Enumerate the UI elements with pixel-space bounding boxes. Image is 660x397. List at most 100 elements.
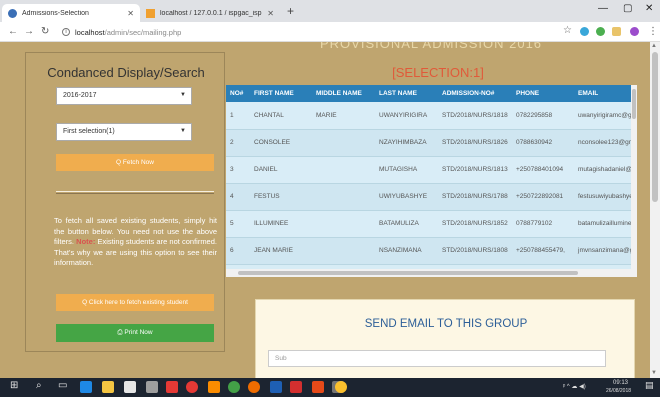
- table-cell: STD/2018/NURS/1808: [438, 237, 512, 265]
- table-row: 6 JEAN MARIE NSANZIMANA STD/2018/NURS/18…: [226, 237, 637, 265]
- powerpoint-icon[interactable]: [312, 381, 324, 393]
- table-cell: CHANTAL: [250, 102, 312, 130]
- page-scrollbar[interactable]: ▲ ▼: [650, 42, 660, 378]
- column-header: FIRST NAME: [250, 85, 312, 102]
- table-cell: nconsolee123@gm: [574, 129, 637, 157]
- scroll-down-arrow-icon[interactable]: ▼: [651, 370, 657, 376]
- table-vertical-scrollbar[interactable]: [631, 85, 637, 269]
- scroll-up-arrow-icon[interactable]: ▲: [651, 43, 657, 49]
- firefox-icon[interactable]: [248, 381, 260, 393]
- tab-phpmyadmin[interactable]: localhost / 127.0.0.1 / ispgac_isp ✕: [140, 4, 280, 22]
- printer-icon: ⎙: [117, 329, 123, 336]
- xampp-icon[interactable]: [208, 381, 220, 393]
- tab-admissions-selection[interactable]: Admissions-Selection ✕: [2, 4, 140, 22]
- notifications-icon[interactable]: ▤: [645, 380, 654, 391]
- table-header-row: NO# FIRST NAME MIDDLE NAME LAST NAME ADM…: [226, 85, 637, 102]
- scroll-thumb[interactable]: [238, 271, 578, 275]
- windows-start-icon[interactable]: ⊞: [10, 380, 18, 391]
- url-host: localhost: [75, 27, 105, 37]
- table-cell: +250788455479,: [512, 237, 574, 265]
- fetch-existing-student-button[interactable]: Q Click here to fetch existing student: [56, 294, 214, 311]
- table-cell: NSANZIMANA: [375, 237, 438, 265]
- word-icon[interactable]: [270, 381, 282, 393]
- minimize-icon[interactable]: —: [598, 3, 608, 14]
- windows-taskbar: ⊞ ⌕ ▭ ᵖ ^ ☁ ◀) 09:13 26/08/2018 ▤: [0, 378, 660, 397]
- extension-icon[interactable]: [612, 27, 621, 36]
- year-select[interactable]: 2016-2017 ▼: [56, 87, 192, 105]
- acrobat-icon[interactable]: [290, 381, 302, 393]
- print-button-label: Print Now: [124, 329, 153, 336]
- extension-icon[interactable]: [596, 27, 605, 36]
- forward-arrow-icon[interactable]: →: [24, 26, 34, 37]
- fetch-now-button[interactable]: Q Fetch Now: [56, 154, 214, 171]
- chrome-taskbar-icon[interactable]: [335, 381, 347, 393]
- site-info-icon[interactable]: i: [62, 28, 70, 36]
- file-explorer-icon[interactable]: [102, 381, 114, 393]
- spotify-icon[interactable]: [228, 381, 240, 393]
- table-cell: +250722892081: [512, 183, 574, 211]
- subject-input[interactable]: Sub: [268, 350, 606, 367]
- chrome-tab-favicon-icon: [8, 8, 17, 18]
- print-now-button[interactable]: ⎙ Print Now: [56, 324, 214, 342]
- divider: [56, 191, 214, 194]
- students-table-container[interactable]: NO# FIRST NAME MIDDLE NAME LAST NAME ADM…: [226, 85, 637, 277]
- menu-kebab-icon[interactable]: ⋮: [648, 26, 658, 37]
- profile-avatar-icon[interactable]: [630, 27, 639, 36]
- selection-title: [SELECTION:1]: [392, 65, 484, 80]
- table-cell: STD/2018/NURS/1852: [438, 210, 512, 238]
- edge-icon[interactable]: [80, 381, 92, 393]
- table-cell: NZAYIHIMBAZA: [375, 129, 438, 157]
- tray-icons[interactable]: ᵖ ^ ☁ ◀): [563, 383, 586, 390]
- office-icon[interactable]: [166, 381, 178, 393]
- chevron-down-icon: ▼: [180, 92, 186, 98]
- selection-select-value: First selection(1): [63, 128, 115, 135]
- table-cell: STD/2018/NURS/1826: [438, 129, 512, 157]
- close-window-icon[interactable]: ✕: [645, 3, 653, 14]
- table-horizontal-scrollbar[interactable]: [226, 269, 637, 277]
- table-cell: JEAN MARIE: [250, 237, 312, 265]
- column-header: PHONE: [512, 85, 574, 102]
- table-cell: CONSOLEE: [250, 129, 312, 157]
- store-icon[interactable]: [124, 381, 136, 393]
- phpmyadmin-favicon-icon: [146, 8, 155, 18]
- address-bar[interactable]: i localhost/admin/sec/mailing.php: [62, 25, 542, 39]
- back-arrow-icon[interactable]: ←: [8, 26, 18, 37]
- table-cell: FESTUS: [250, 183, 312, 211]
- table-cell: 2: [226, 129, 250, 157]
- table-cell: MARIE: [312, 102, 375, 130]
- table-cell: 6: [226, 237, 250, 265]
- table-cell: batamulizailluminee: [574, 210, 637, 238]
- mail-icon[interactable]: [146, 381, 158, 393]
- opera-icon[interactable]: [186, 381, 198, 393]
- maximize-icon[interactable]: ▢: [623, 3, 632, 14]
- scroll-thumb[interactable]: [632, 89, 636, 119]
- taskbar-time[interactable]: 09:13: [613, 380, 628, 386]
- selection-select[interactable]: First selection(1) ▼: [56, 123, 192, 141]
- table-row: 5 ILLUMINEE BATAMULIZA STD/2018/NURS/185…: [226, 210, 637, 238]
- table-cell: BATAMULIZA: [375, 210, 438, 238]
- close-tab-icon[interactable]: ✕: [267, 9, 274, 18]
- reload-icon[interactable]: ↻: [41, 26, 49, 37]
- browser-tab-bar: Admissions-Selection ✕ localhost / 127.0…: [0, 0, 660, 22]
- table-cell: DANIEL: [250, 156, 312, 184]
- table-cell: [312, 183, 375, 211]
- table-cell: [312, 237, 375, 265]
- extension-icon[interactable]: [580, 27, 589, 36]
- table-cell: 0788630942: [512, 129, 574, 157]
- close-tab-icon[interactable]: ✕: [127, 9, 134, 18]
- table-cell: STD/2018/NURS/1813: [438, 156, 512, 184]
- table-cell: [312, 210, 375, 238]
- chevron-down-icon: ▼: [180, 128, 186, 134]
- table-cell: 1: [226, 102, 250, 130]
- taskbar-date[interactable]: 26/08/2018: [606, 388, 631, 394]
- table-cell: STD/2018/NURS/1818: [438, 102, 512, 130]
- search-icon[interactable]: ⌕: [36, 380, 42, 391]
- scroll-thumb[interactable]: [652, 52, 658, 202]
- tab-title: localhost / 127.0.0.1 / ispgac_isp: [160, 9, 262, 17]
- bookmark-star-icon[interactable]: ☆: [563, 25, 572, 36]
- table-cell: 3: [226, 156, 250, 184]
- table-cell: +250788401094: [512, 156, 574, 184]
- task-view-icon[interactable]: ▭: [58, 380, 67, 391]
- new-tab-icon[interactable]: +: [287, 4, 294, 18]
- table-cell: [312, 129, 375, 157]
